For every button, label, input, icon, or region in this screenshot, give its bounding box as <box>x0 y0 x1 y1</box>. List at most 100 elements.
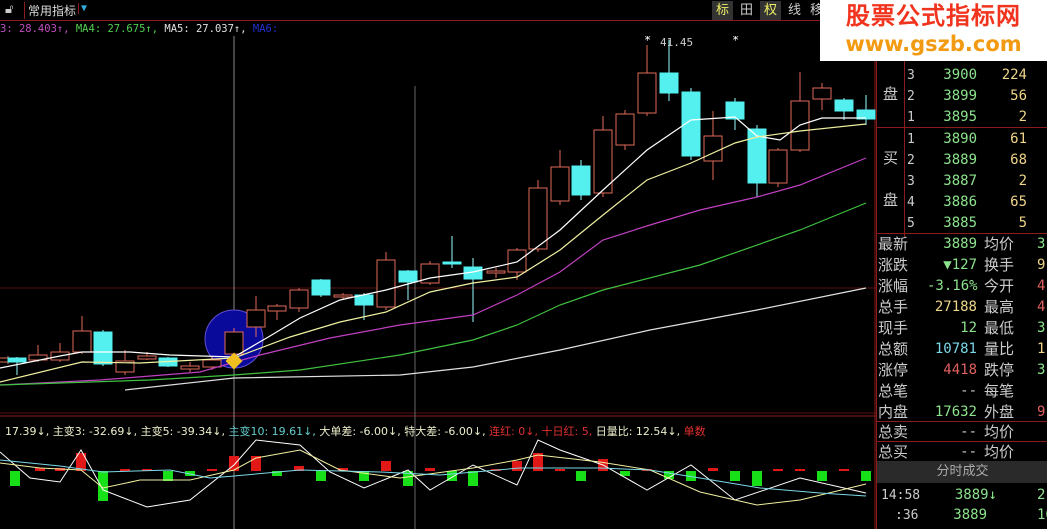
toolbar-button-grid[interactable]: 田 <box>736 1 757 20</box>
indicator-bar-red <box>425 468 435 471</box>
stat-row: 内盘 17632 外盘 9 <box>877 402 1047 423</box>
buy-quote-row[interactable]: 4 3886 65 <box>877 192 1047 213</box>
stat-value: -- <box>960 424 977 440</box>
level: 2 <box>907 89 915 104</box>
indicator-legend-item: 日量比: 12.54↓, <box>595 425 684 438</box>
volume: 2 <box>1018 173 1027 189</box>
volume: 5 <box>1018 215 1027 231</box>
candle-up <box>180 365 200 370</box>
indicator-bar-green <box>468 471 478 486</box>
stat-label: 今开 <box>984 277 1015 295</box>
watermark-url: www.gszb.com <box>845 32 1022 56</box>
indicator-bar-green <box>576 471 586 481</box>
stat-label: 总手 <box>878 298 909 316</box>
stat-value: -- <box>960 444 977 460</box>
stat-value: 9. <box>1037 257 1047 273</box>
indicator-bar-red <box>555 469 565 471</box>
candle-down <box>834 99 854 112</box>
volume: 68 <box>1010 152 1027 168</box>
lock-icon[interactable]: 🔓︎ <box>5 2 19 18</box>
volume: 65 <box>1010 194 1027 210</box>
indicator-bar-red <box>839 469 849 471</box>
stat-value: -- <box>960 383 977 399</box>
candle-down <box>311 279 331 296</box>
level: 2 <box>907 153 915 168</box>
ma1-line <box>0 116 866 369</box>
indicator-bar-red <box>207 469 217 471</box>
candle-up <box>376 259 396 308</box>
toolbar-button-quan[interactable]: 权 <box>760 1 781 20</box>
stat-label: 均价 <box>984 443 1015 461</box>
stat-label: 涨跌 <box>878 256 909 274</box>
stat-value: -3.16% <box>927 278 978 294</box>
stat-label: 均价 <box>984 235 1015 253</box>
volume: 61 <box>1010 131 1027 147</box>
stat-row: 总额 10781 量比 1 <box>877 339 1047 360</box>
indicator-bar-red <box>381 461 391 471</box>
stat-label: 总卖 <box>878 423 909 441</box>
chevron-down-icon[interactable]: ▼ <box>78 3 87 14</box>
candle-up <box>289 289 309 309</box>
indicator-select[interactable]: 常用指标 <box>24 2 76 19</box>
stat-row: 现手 12 最低 3 <box>877 318 1047 339</box>
stat-row: 涨停 4418 跌停 3 <box>877 360 1047 381</box>
stat-row: 涨幅 -3.16% 今开 4 <box>877 276 1047 297</box>
indicator-bar-red <box>773 469 783 471</box>
sell-quote-row[interactable]: 1 3895 2 <box>877 107 1047 128</box>
stat-value: 4418 <box>943 362 977 378</box>
tick-price: 3889 <box>953 507 987 523</box>
candle-up <box>72 330 92 353</box>
candle-down <box>442 261 462 265</box>
stat-value: 3889 <box>943 236 977 252</box>
kline-chart[interactable]: * * <box>0 36 876 529</box>
stat-label: 最高 <box>984 298 1015 316</box>
tick-trades-header[interactable]: 分时成交 <box>877 461 1047 483</box>
stat-value: 10781 <box>934 341 977 357</box>
candle-up <box>267 305 287 312</box>
indicator-legend-item: 主变3: -32.69↓, <box>52 425 141 438</box>
candle-up <box>333 294 353 298</box>
buy-quote-row[interactable]: 5 3885 5 <box>877 213 1047 234</box>
buy-quote-row[interactable]: 1 3890 61 <box>877 129 1047 150</box>
indicator-bar-red <box>512 461 522 471</box>
price: 3889 <box>943 152 977 168</box>
stat-label: 涨停 <box>878 361 909 379</box>
stat-label: 跌停 <box>984 361 1015 379</box>
indicator-legend-item: 大单差: -6.00↓, <box>319 425 405 438</box>
indicator-legend-item: 特大差: -6.00↓, <box>404 425 490 438</box>
sell-quote-row[interactable]: 2 3899 56 <box>877 86 1047 107</box>
stat-value: 1 <box>1037 341 1046 357</box>
price: 3895 <box>943 109 977 125</box>
buy-quote-row[interactable]: 3 3887 2 <box>877 171 1047 192</box>
stat-row: 总买 -- 均价 <box>877 442 1047 463</box>
candle-up <box>550 166 570 202</box>
tick-vol: 16 <box>1037 507 1047 523</box>
toolbar-button-xian[interactable]: 线 <box>784 1 805 20</box>
stat-row: 总卖 -- 均价 <box>877 422 1047 443</box>
ma4-line <box>0 202 867 386</box>
stat-value: 3 <box>1037 320 1046 336</box>
indicator-bar-green <box>861 471 871 481</box>
price: 3890 <box>943 131 977 147</box>
high-price-label: 41.45 <box>660 36 694 49</box>
stat-label: 现手 <box>878 319 909 337</box>
sell-quote-row[interactable]: 3 3900 224 <box>877 65 1047 86</box>
indicator-legend-item: 17.39↓, <box>5 425 53 438</box>
candle-down <box>7 357 27 363</box>
stat-row: 总手 27188 最高 4 <box>877 297 1047 318</box>
indicator-legend-item: 单数 <box>683 425 706 438</box>
buy-quote-row[interactable]: 2 3889 68 <box>877 150 1047 171</box>
candle-up <box>703 135 723 162</box>
stat-row: 最新 3889 均价 3 <box>877 234 1047 255</box>
toolbar-button-biao[interactable]: 标 <box>712 1 733 20</box>
stat-label: 量比 <box>984 340 1015 358</box>
price: 3887 <box>943 173 977 189</box>
volume: 2 <box>1018 109 1027 125</box>
indicator-bar-red <box>229 456 239 471</box>
tick-row: 14:58 3889↓ 2 <box>877 485 1047 506</box>
indicator-legend-item: 十日红: 5, <box>541 425 596 438</box>
indicator-legend-item: 主变10: 19.61↓, <box>228 425 320 438</box>
stat-label: 最新 <box>878 235 909 253</box>
candle-up <box>768 149 788 184</box>
watermark-logo: 股票公式指标网 www.gszb.com <box>820 0 1047 61</box>
